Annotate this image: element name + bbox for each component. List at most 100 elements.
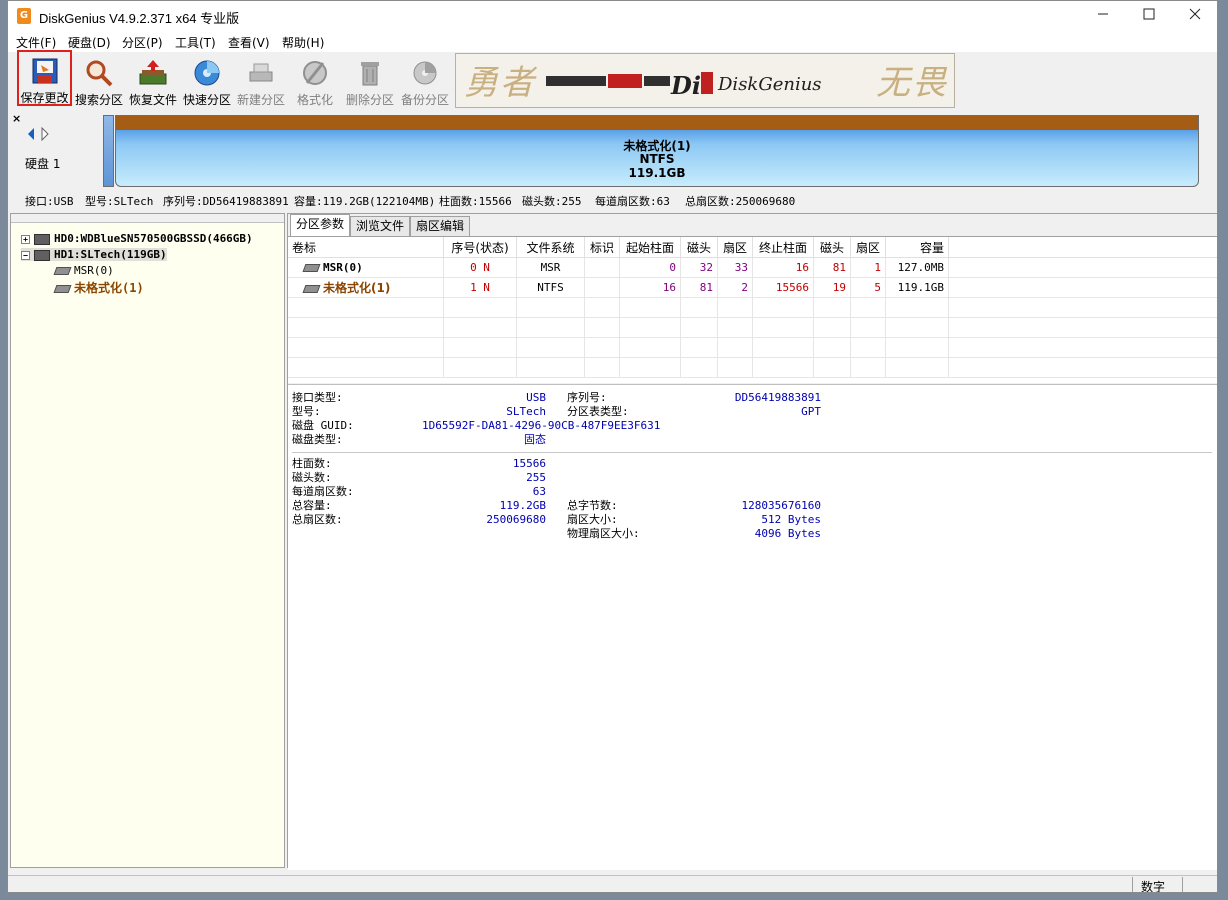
detail-capacity-value: 119.2GB (499, 499, 546, 512)
detail-disk-type-label: 磁盘类型: (292, 433, 343, 446)
new-partition-button[interactable]: 新建分区 (234, 54, 288, 107)
partition-icon (53, 284, 72, 293)
detail-disk-type-value: 固态 (524, 433, 546, 446)
detail-total-sectors-label: 总扇区数: (292, 513, 343, 526)
tree-label-msr: MSR(0) (74, 264, 114, 277)
partition-icon (302, 264, 321, 272)
col-filesystem[interactable]: 文件系统 (516, 237, 585, 258)
disk-details: 接口类型: USB 序列号: DD56419883891 型号: SLTech … (288, 384, 1217, 870)
tree-label-hd1: HD1:SLTech(119GB) (54, 248, 167, 261)
cell-index: 0 N (443, 257, 517, 278)
info-capacity: 容量:119.2GB(122104MB) (294, 195, 436, 208)
cell-volume: MSR(0) (288, 257, 444, 278)
col-volume-label[interactable]: 卷标 (288, 237, 444, 258)
quick-partition-icon (194, 60, 220, 86)
detail-phys-sector-label: 物理扇区大小: (567, 527, 640, 540)
restore-files-button[interactable]: 恢复文件 (126, 54, 180, 107)
detail-serial-value: DD56419883891 (734, 391, 821, 404)
prev-disk-icon[interactable] (28, 128, 34, 140)
tree-item-hd1[interactable]: − HD1:SLTech(119GB) (21, 248, 167, 261)
minimize-button[interactable] (1080, 1, 1126, 31)
details-separator (292, 452, 1212, 453)
menu-file[interactable]: 文件(F) (16, 34, 56, 51)
detail-total-sectors-value: 250069680 (486, 513, 546, 526)
tree-item-msr[interactable]: MSR(0) (53, 264, 114, 277)
col-start-sector[interactable]: 扇区 (717, 237, 753, 258)
format-button[interactable]: 格式化 (288, 54, 342, 107)
cell-end-cylinder: 15566 (752, 277, 814, 298)
detail-serial-label: 序列号: (567, 391, 607, 404)
next-disk-icon[interactable] (41, 126, 49, 142)
diskgenius-banner: 勇 者 Di DiskGenius 无 畏 (455, 53, 955, 108)
main-partition-block[interactable]: 未格式化(1) NTFS 119.1GB (115, 115, 1199, 187)
table-header-row: 卷标 序号(状态) 文件系统 标识 起始柱面 磁头 扇区 终止柱面 磁头 扇区 … (288, 237, 1217, 258)
col-end-cylinder[interactable]: 终止柱面 (752, 237, 814, 258)
delete-partition-button[interactable]: 删除分区 (343, 54, 397, 107)
detail-guid-value: 1D65592F-DA81-4296-90CB-487F9EE3F631 (422, 419, 661, 432)
detail-heads-value: 255 (526, 471, 546, 484)
tree-item-unformatted[interactable]: 未格式化(1) (53, 279, 144, 296)
col-flag[interactable]: 标识 (584, 237, 620, 258)
cell-start-cylinder: 16 (619, 277, 681, 298)
col-start-cylinder[interactable]: 起始柱面 (619, 237, 681, 258)
msr-partition-block[interactable] (103, 115, 114, 187)
cell-capacity: 119.1GB (885, 277, 949, 298)
info-cylinders: 柱面数:15566 (439, 195, 512, 208)
menu-tools[interactable]: 工具(T) (175, 34, 216, 51)
diskmap-close-button[interactable]: × (12, 112, 21, 125)
backup-partition-button[interactable]: 备份分区 (398, 54, 452, 107)
disk-info-bar: 接口:USB 型号:SLTech 序列号:DD56419883891 容量:11… (8, 189, 1217, 211)
detail-pt-type-value: GPT (801, 405, 821, 418)
cell-index: 1 N (443, 277, 517, 298)
search-partition-label: 搜索分区 (74, 93, 123, 107)
svg-text:Di: Di (670, 71, 701, 100)
partition-size: 119.1GB (628, 166, 686, 180)
table-row[interactable]: MSR(0) 0 N MSR 0 32 33 16 81 1 127.0MB (288, 257, 1217, 278)
table-row (288, 297, 1217, 318)
menu-help[interactable]: 帮助(H) (282, 34, 324, 51)
detail-sector-size-value: 512 Bytes (761, 513, 821, 526)
col-end-sector[interactable]: 扇区 (850, 237, 886, 258)
backup-partition-label: 备份分区 (400, 93, 449, 107)
disk-map: × 硬盘 1 未格式化(1) NTFS 119.1GB (8, 109, 1217, 189)
tree-label-unformatted: 未格式化(1) (74, 281, 144, 295)
tab-sector-edit[interactable]: 扇区编辑 (410, 216, 471, 236)
save-changes-button[interactable]: 保存更改 (17, 50, 72, 106)
tree-item-hd0[interactable]: + HD0:WDBlueSN570500GBSSD(466GB) (21, 232, 253, 245)
search-partition-button[interactable]: 搜索分区 (72, 54, 126, 107)
close-button[interactable] (1172, 1, 1217, 31)
cell-filesystem: MSR (516, 257, 585, 278)
collapse-icon[interactable]: − (21, 250, 30, 260)
cell-end-head: 81 (813, 257, 851, 278)
quick-partition-button[interactable]: 快速分区 (180, 54, 234, 107)
format-label: 格式化 (296, 93, 333, 107)
partition-table: 卷标 序号(状态) 文件系统 标识 起始柱面 磁头 扇区 终止柱面 磁头 扇区 … (288, 237, 1217, 378)
tab-partition-params[interactable]: 分区参数 (290, 214, 351, 237)
tab-browse-files[interactable]: 浏览文件 (350, 216, 411, 236)
col-start-head[interactable]: 磁头 (680, 237, 718, 258)
quick-partition-label: 快速分区 (182, 93, 231, 107)
col-index-status[interactable]: 序号(状态) (443, 237, 517, 258)
banner-logo-icon: 勇 者 Di DiskGenius 无 畏 (464, 63, 948, 103)
table-row[interactable]: 未格式化(1) 1 N NTFS 16 81 2 15566 19 5 119.… (288, 277, 1217, 298)
menu-disk[interactable]: 硬盘(D) (68, 34, 111, 51)
info-interface: 接口:USB (25, 195, 74, 208)
expand-icon[interactable]: + (21, 234, 30, 244)
col-end-head[interactable]: 磁头 (813, 237, 851, 258)
window-title: DiskGenius V4.9.2.371 x64 专业版 (39, 11, 240, 26)
detail-guid-label: 磁盘 GUID: (292, 419, 354, 432)
menu-partition[interactable]: 分区(P) (122, 34, 163, 51)
col-capacity[interactable]: 容量 (885, 237, 949, 258)
maximize-button[interactable] (1126, 1, 1172, 31)
detail-total-bytes-value: 128035676160 (741, 499, 821, 512)
backup-icon (413, 61, 437, 85)
hard-disk-icon (34, 233, 50, 245)
info-heads: 磁头数:255 (522, 195, 582, 208)
cell-start-sector: 33 (717, 257, 753, 278)
cell-start-sector: 2 (717, 277, 753, 298)
format-icon (303, 61, 327, 85)
status-bar: 数字 (8, 875, 1217, 892)
menu-view[interactable]: 查看(V) (228, 34, 270, 51)
svg-text:无: 无 (876, 63, 913, 103)
cell-start-head: 81 (680, 277, 718, 298)
